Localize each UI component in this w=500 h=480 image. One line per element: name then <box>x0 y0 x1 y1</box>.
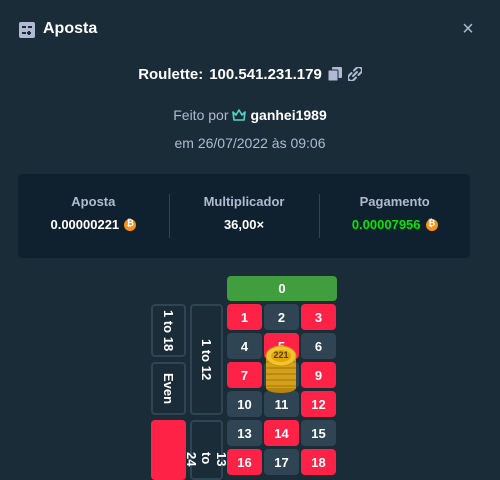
bitcoin-icon <box>124 218 137 231</box>
roulette-cell-2[interactable]: 2 <box>264 304 299 330</box>
username-link[interactable]: ganhei1989 <box>250 107 326 123</box>
roulette-cell-7[interactable]: 7 <box>227 362 262 388</box>
modal-header: Aposta × <box>0 0 500 58</box>
multiplier-value: 36,00× <box>223 217 265 232</box>
roulette-cell-11[interactable]: 11 <box>264 391 299 417</box>
bet-even[interactable]: Even <box>151 362 186 415</box>
game-name: Roulette: <box>138 65 204 83</box>
bet-dozen-13-to-24[interactable]: 13 to 24 <box>184 420 229 480</box>
vip-crown-icon <box>232 109 247 121</box>
roulette-cell-18[interactable]: 18 <box>301 449 336 475</box>
multiplier-label: Multiplicador <box>203 194 285 209</box>
roulette-cell-15[interactable]: 15 <box>301 420 336 446</box>
bet-slip-icon <box>19 22 35 38</box>
bet-label: Aposta <box>71 194 116 209</box>
roulette-cell-12[interactable]: 12 <box>301 391 336 417</box>
payout-label: Pagamento <box>359 194 430 209</box>
made-by: Feito por ganhei1989 <box>0 106 500 124</box>
chip-stack: 221 <box>264 342 298 394</box>
copy-icon[interactable] <box>327 67 342 81</box>
game-info: Roulette: 100.541.231.179 <box>0 64 500 84</box>
roulette-cell-14[interactable]: 14 <box>264 420 299 446</box>
bet-id: 100.541.231.179 <box>209 65 322 83</box>
bet-amount: 0.00000221 <box>50 217 120 232</box>
roulette-cell-17[interactable]: 17 <box>264 449 299 475</box>
roulette-cell-13[interactable]: 13 <box>227 420 262 446</box>
made-by-prefix: Feito por <box>173 107 229 123</box>
bet-stats-panel: Aposta 0.00000221 Multiplicador 36,00× P… <box>18 174 470 258</box>
stat-bet: Aposta 0.00000221 <box>18 174 169 258</box>
bet-low-1-to-18[interactable]: 1 to 18 <box>151 304 186 357</box>
stat-multiplier: Multiplicador 36,00× <box>168 174 320 258</box>
bitcoin-icon <box>425 218 438 231</box>
roulette-cell-16[interactable]: 16 <box>227 449 262 475</box>
close-button[interactable]: × <box>459 19 477 39</box>
chip-label: 221 <box>273 350 289 360</box>
roulette-cell-1[interactable]: 1 <box>227 304 262 330</box>
stat-payout: Pagamento 0.00007956 <box>319 174 470 258</box>
roulette-cell-6[interactable]: 6 <box>301 333 336 359</box>
roulette-cell-9[interactable]: 9 <box>301 362 336 388</box>
roulette-cell-0[interactable]: 0 <box>227 276 337 301</box>
bet-date: em 26/07/2022 às 09:06 <box>174 135 326 151</box>
modal-title: Aposta <box>43 20 98 37</box>
bet-red[interactable] <box>151 420 186 480</box>
close-icon: × <box>462 18 474 40</box>
roulette-cell-3[interactable]: 3 <box>301 304 336 330</box>
roulette-cell-10[interactable]: 10 <box>227 391 262 417</box>
link-icon[interactable] <box>347 67 362 81</box>
payout-amount: 0.00007956 <box>351 217 421 232</box>
bet-dozen-1-to-12[interactable]: 1 to 12 <box>190 304 223 415</box>
roulette-cell-4[interactable]: 4 <box>227 333 262 359</box>
